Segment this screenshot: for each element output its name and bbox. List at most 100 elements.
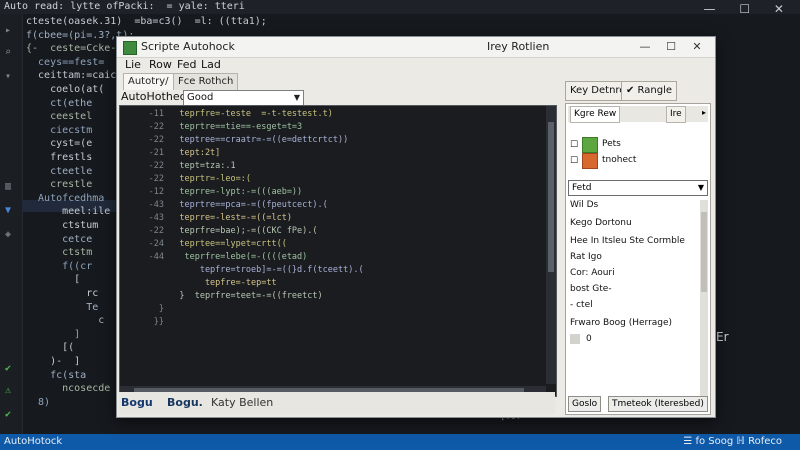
line-number: -11 xyxy=(148,109,164,119)
background-right-text: Er xyxy=(716,330,729,344)
background-code-line: Te xyxy=(26,301,99,313)
line-number: -22 xyxy=(148,174,164,184)
code-line: -22 teprtre==tie==-esget=t=3 xyxy=(120,121,303,133)
check-icon-1: ✔ xyxy=(5,363,12,374)
status-bogu-dot[interactable]: Bogu. xyxy=(167,392,203,414)
background-code-line: ctstm xyxy=(26,247,93,259)
code-text: teprtee==lypet=crtt(( xyxy=(164,239,287,249)
close-button[interactable]: ✕ xyxy=(689,39,705,55)
code-line: -22 teprtr=-leo=:( xyxy=(120,173,251,185)
debug-icon[interactable]: ▥ xyxy=(5,182,15,192)
list-item[interactable]: Cor: Aouri xyxy=(570,268,615,278)
item-pets[interactable]: Pets xyxy=(602,139,621,149)
tab-autotry[interactable]: Autotry/ xyxy=(123,73,174,90)
line-number: }} xyxy=(153,317,164,327)
code-editor[interactable]: -11 teprfre=-teste =-t-testest.t) -22 tep… xyxy=(119,105,557,397)
line-number: } xyxy=(158,304,164,314)
property-list: Wil Ds Kego Dortonu Hee In Itsleu Ste Co… xyxy=(568,198,706,388)
goslo-button[interactable]: Goslo xyxy=(568,396,602,412)
code-text: teprfre=-teste =-t-testest.t) xyxy=(164,109,333,119)
background-code-line: ciecstm xyxy=(26,124,93,136)
minimize-button[interactable]: — xyxy=(637,39,653,55)
list-item[interactable]: - ctel xyxy=(570,300,593,310)
background-code-line: ceittam:=caic xyxy=(26,70,117,82)
menu-lad[interactable]: Lad xyxy=(201,57,221,73)
item-tnohect[interactable]: tnohect xyxy=(602,155,636,165)
list-item[interactable]: Hee In Itsleu Ste Cormble xyxy=(570,236,685,246)
background-code-line: ceys==fest= xyxy=(26,56,105,68)
background-code-line: rc xyxy=(26,288,99,299)
checkbox-icon-2[interactable]: ☐ xyxy=(570,156,580,166)
line-number: -21 xyxy=(148,148,164,158)
chevron-right-icon[interactable]: ▸ xyxy=(702,108,706,117)
tab-rangle[interactable]: ✔ Rangle xyxy=(621,81,678,101)
menu-fed[interactable]: Fed xyxy=(177,57,196,73)
tab-fce-rothch[interactable]: Fce Rothch xyxy=(173,73,239,90)
chevron-down-icon-2[interactable]: ▼ xyxy=(698,181,704,195)
background-code-line: ncosecde xyxy=(26,383,111,395)
tmeteok-button[interactable]: Tmeteok (Iteresbed) xyxy=(608,396,708,412)
subtab-ire[interactable]: Ire xyxy=(666,106,686,123)
code-text: teprtre==tie==-esget=t=3 xyxy=(164,122,303,132)
background-code-line: cetce xyxy=(26,233,93,245)
list-item[interactable]: Frwaro Boog (Herrage) xyxy=(570,318,672,328)
dialog-titlebar[interactable]: Scripte Autohock Irey Rotlien — ☐ ✕ xyxy=(117,37,715,58)
background-code-line: frestls xyxy=(26,152,93,163)
search-icon[interactable]: ⌕ xyxy=(5,48,15,58)
list-item[interactable]: Kego Dortonu xyxy=(570,218,632,228)
code-line: -11 teprfre=-teste =-t-testest.t) xyxy=(120,108,333,120)
code-text: teprtr=-leo=:( xyxy=(164,174,251,184)
code-line: tepfre=troeb]=-=((}d.f(tceett).( xyxy=(120,264,364,276)
code-text: teprtre==pca=-=((fpeutcect).( xyxy=(164,200,328,210)
list-swatch xyxy=(570,334,580,344)
line-number: -12 xyxy=(148,187,164,197)
menu-row[interactable]: Row xyxy=(149,57,172,73)
panel-scroll-thumb[interactable] xyxy=(701,212,707,292)
list-item[interactable]: Wil Ds xyxy=(570,200,598,210)
status-right-label[interactable]: ☰ fo Soog ℍ Rofeco xyxy=(683,434,782,450)
menu-lie[interactable]: Lie xyxy=(125,57,141,73)
filter-icon[interactable]: ▼ xyxy=(5,206,15,216)
panel-select[interactable]: Fetd ▼ xyxy=(568,180,708,196)
mode-select-value: Good xyxy=(187,92,214,103)
script-dialog: Scripte Autohock Irey Rotlien — ☐ ✕ Lie … xyxy=(116,36,716,418)
background-code-line: )- ] xyxy=(26,356,81,367)
files-icon[interactable]: ▸ xyxy=(5,26,15,36)
checkbox-icon-1[interactable]: ☐ xyxy=(570,140,580,150)
code-line: } xyxy=(120,303,164,315)
status-bogu[interactable]: Bogu xyxy=(121,392,153,414)
folder-green-icon xyxy=(582,137,598,153)
mode-select[interactable]: Good ▼ xyxy=(183,90,304,106)
subtab-kgre-rew[interactable]: Kgre Rew xyxy=(570,106,621,123)
folder-orange-icon xyxy=(582,153,598,169)
background-code-line: ] xyxy=(26,328,81,340)
app-icon xyxy=(123,41,137,55)
chevron-down-icon[interactable]: ▼ xyxy=(294,91,300,105)
code-line: } teprfre=teet=-=((freetct) xyxy=(120,290,322,302)
background-code-line: f((cr xyxy=(26,260,93,272)
collapse-icon[interactable]: ▾ xyxy=(5,72,15,82)
status-bar: AutoHotock ☰ fo Soog ℍ Rofeco xyxy=(0,434,800,450)
panel-bottom-bar: Goslo Tmeteok (Iteresbed) xyxy=(568,396,708,412)
background-title-line: Auto read: lytte ofPacki: = yale: tteri xyxy=(0,0,800,14)
background-code-line: cyst=(e xyxy=(26,138,93,150)
code-text: teprre=-lypt:-=(((aeb=)) xyxy=(164,187,303,197)
list-item[interactable]: 0 xyxy=(586,334,592,344)
maximize-button[interactable]: ☐ xyxy=(663,39,679,55)
list-item[interactable]: Rat Igo xyxy=(570,252,602,262)
vertical-scrollbar[interactable] xyxy=(546,106,556,384)
dialog-title-right: Irey Rotlien xyxy=(487,40,550,53)
list-item[interactable]: bost Gte- xyxy=(570,284,612,294)
code-text: teprfre=lebe(=-((((etad) xyxy=(164,252,308,262)
extensions-icon[interactable]: ◈ xyxy=(5,230,15,240)
right-panel-box: Kgre Rew Ire ▸ ☐ Pets ☐ tnohect Fetd ▼ W… xyxy=(565,103,711,415)
panel-scrollbar[interactable] xyxy=(700,200,708,398)
background-code-line: ctstum xyxy=(26,220,99,231)
background-code-line: [ xyxy=(26,274,81,286)
background-window-controls[interactable]: — ☐ ✕ xyxy=(704,2,794,16)
background-code-line: ceestel xyxy=(26,111,93,123)
vertical-scroll-thumb[interactable] xyxy=(548,122,554,272)
status-left-label[interactable]: AutoHotock xyxy=(4,434,62,450)
right-subtabs: Kgre Rew Ire ▸ xyxy=(568,106,708,123)
activity-gutter: ▸ ⌕ ▾ ▥ ▼ ◈ ✔ ⚠ ✔ xyxy=(0,14,23,434)
